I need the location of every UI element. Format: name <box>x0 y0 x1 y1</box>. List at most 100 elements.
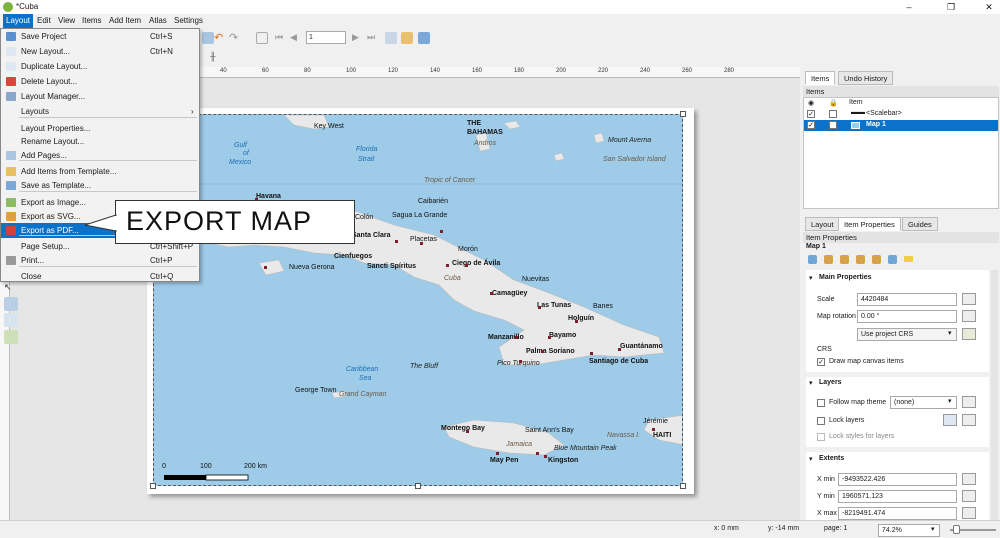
xmin-data-defined-icon[interactable] <box>962 473 976 485</box>
xmax-input[interactable]: -8219491.474 <box>838 507 957 520</box>
close-button[interactable]: ✕ <box>982 1 996 13</box>
layout-menu-item-rename-layout[interactable]: Rename Layout... <box>1 134 199 149</box>
map-rotation-input[interactable]: 0.00 ° <box>857 310 957 323</box>
layout-menu-item-add-items-from-template[interactable]: Add Items from Template... <box>1 164 199 179</box>
menu-settings[interactable]: Settings <box>171 14 206 28</box>
add-map-tool-icon[interactable] <box>4 330 18 344</box>
menu-separator <box>19 266 197 267</box>
move-content-icon[interactable] <box>856 255 865 264</box>
redo-icon[interactable]: ↷ <box>229 32 241 44</box>
refresh-map-icon[interactable] <box>808 255 817 264</box>
items-row-scalebar[interactable]: ✓ ▬▬ <Scalebar> <box>804 109 998 120</box>
scalebar-lock-checkbox[interactable] <box>829 110 837 118</box>
node-tool-icon[interactable] <box>4 313 18 327</box>
lock-styles-checkbox[interactable] <box>817 433 825 441</box>
menu-items[interactable]: Items <box>79 14 105 28</box>
prev-feature-icon[interactable]: ◀ <box>290 32 302 44</box>
resize-handle-sw[interactable] <box>150 483 156 489</box>
map-label: Palma Soriano <box>526 348 575 355</box>
bookmarks-icon[interactable] <box>872 255 881 264</box>
map1-visible-checkbox[interactable]: ✓ <box>807 121 815 129</box>
lock-layers-sync-icon[interactable] <box>943 414 957 426</box>
scale-input[interactable]: 4420484 <box>857 293 957 306</box>
export-map-callout: EXPORT MAP <box>115 200 355 244</box>
tab-items[interactable]: Items <box>805 71 836 85</box>
item-properties-header: Item Properties <box>803 232 999 243</box>
follow-theme-checkbox[interactable] <box>817 399 825 407</box>
menu-item-label: Rename Layout... <box>21 137 85 146</box>
add-pages-icon[interactable] <box>202 32 214 44</box>
tab-item-properties[interactable]: Item Properties <box>838 217 901 231</box>
map-theme-select[interactable]: (none) <box>890 396 957 409</box>
extents-title: Extents <box>819 455 845 462</box>
zoom-full-icon[interactable] <box>256 32 268 44</box>
atlas-export-image-icon[interactable] <box>401 32 413 44</box>
layout-menu-item-delete-layout[interactable]: Delete Layout... <box>1 74 199 89</box>
theme-data-defined-icon[interactable] <box>962 396 976 408</box>
scalebar-segment-1 <box>164 475 206 480</box>
layout-menu-item-duplicate-layout[interactable]: Duplicate Layout... <box>1 59 199 74</box>
minimize-button[interactable]: – <box>902 1 916 13</box>
move-item-tool-icon[interactable] <box>4 297 18 311</box>
crs-select[interactable]: Use project CRS <box>857 328 957 341</box>
last-feature-icon[interactable]: ⏭ <box>367 32 379 44</box>
distribute-icon[interactable]: ╫ <box>210 52 222 64</box>
properties-scrollbar[interactable] <box>991 270 998 520</box>
map-label: May Pen <box>490 457 519 464</box>
xmax-data-defined-icon[interactable] <box>962 507 976 519</box>
lock-layers-data-defined-icon[interactable] <box>962 414 976 426</box>
crs-selector-icon[interactable] <box>962 328 976 340</box>
atlas-page-input[interactable]: 1 <box>306 31 346 44</box>
ymin-input[interactable]: 1960571.123 <box>838 490 957 503</box>
set-extent-icon[interactable] <box>824 255 833 264</box>
view-extent-icon[interactable] <box>840 255 849 264</box>
theme-dropdown-icon[interactable]: ▾ <box>948 397 952 405</box>
collapse-extents-icon[interactable]: ▾ <box>809 455 813 463</box>
maximize-button[interactable]: ❐ <box>944 1 958 13</box>
next-feature-icon[interactable]: ▶ <box>352 32 364 44</box>
menu-edit[interactable]: Edit <box>34 14 54 28</box>
zoom-slider-handle[interactable] <box>953 525 960 534</box>
labels-settings-icon[interactable] <box>888 255 897 264</box>
item-column-header: Item <box>849 99 863 106</box>
menu-atlas[interactable]: Atlas <box>146 14 170 28</box>
collapse-layers-icon[interactable]: ▾ <box>809 379 813 387</box>
xmin-input[interactable]: -9493522.426 <box>838 473 957 486</box>
resize-handle-ne[interactable] <box>680 111 686 117</box>
first-feature-icon[interactable]: ⏮ <box>275 32 287 44</box>
rotation-data-defined-icon[interactable] <box>962 310 976 322</box>
collapse-main-properties-icon[interactable]: ▾ <box>809 274 813 282</box>
menu-add-item[interactable]: Add Item <box>106 14 144 28</box>
layout-menu-item-save-project[interactable]: Save Project Ctrl+S <box>1 29 199 44</box>
layout-menu-item-close[interactable]: Close Ctrl+Q <box>1 269 199 284</box>
draw-canvas-items-checkbox[interactable]: ✓ <box>817 358 825 366</box>
properties-toolbar <box>806 254 916 266</box>
map-label: Las Tunas <box>537 302 572 309</box>
city-marker <box>490 292 493 295</box>
tab-undo-history[interactable]: Undo History <box>838 71 894 85</box>
map-item[interactable] <box>153 114 683 486</box>
menu-layout[interactable]: Layout <box>3 14 34 28</box>
tab-layout[interactable]: Layout <box>805 217 840 231</box>
city-marker <box>538 306 541 309</box>
resize-handle-s[interactable] <box>415 483 421 489</box>
select-tool-icon[interactable]: ↖ <box>4 282 18 296</box>
menu-view[interactable]: View <box>55 14 78 28</box>
lock-layers-checkbox[interactable] <box>817 417 825 425</box>
clipping-icon[interactable] <box>904 256 913 262</box>
ymin-data-defined-icon[interactable] <box>962 490 976 502</box>
scalebar-visible-checkbox[interactable]: ✓ <box>807 110 815 118</box>
layout-menu-item-new-layout[interactable]: New Layout... Ctrl+N <box>1 44 199 59</box>
layers-title: Layers <box>819 379 842 386</box>
layout-menu-item-layout-manager[interactable]: Layout Manager... <box>1 89 199 104</box>
items-row-map1[interactable]: ✓ Map 1 <box>804 120 998 131</box>
atlas-settings-icon[interactable] <box>418 32 430 44</box>
map1-lock-checkbox[interactable] <box>829 121 837 129</box>
tab-guides[interactable]: Guides <box>902 217 938 231</box>
undo-icon[interactable]: ↶ <box>214 32 226 44</box>
zoom-dropdown-icon[interactable]: ▾ <box>931 525 935 533</box>
atlas-print-icon[interactable] <box>385 32 397 44</box>
resize-handle-se[interactable] <box>680 483 686 489</box>
crs-dropdown-icon[interactable]: ▾ <box>948 329 952 337</box>
scale-data-defined-icon[interactable] <box>962 293 976 305</box>
